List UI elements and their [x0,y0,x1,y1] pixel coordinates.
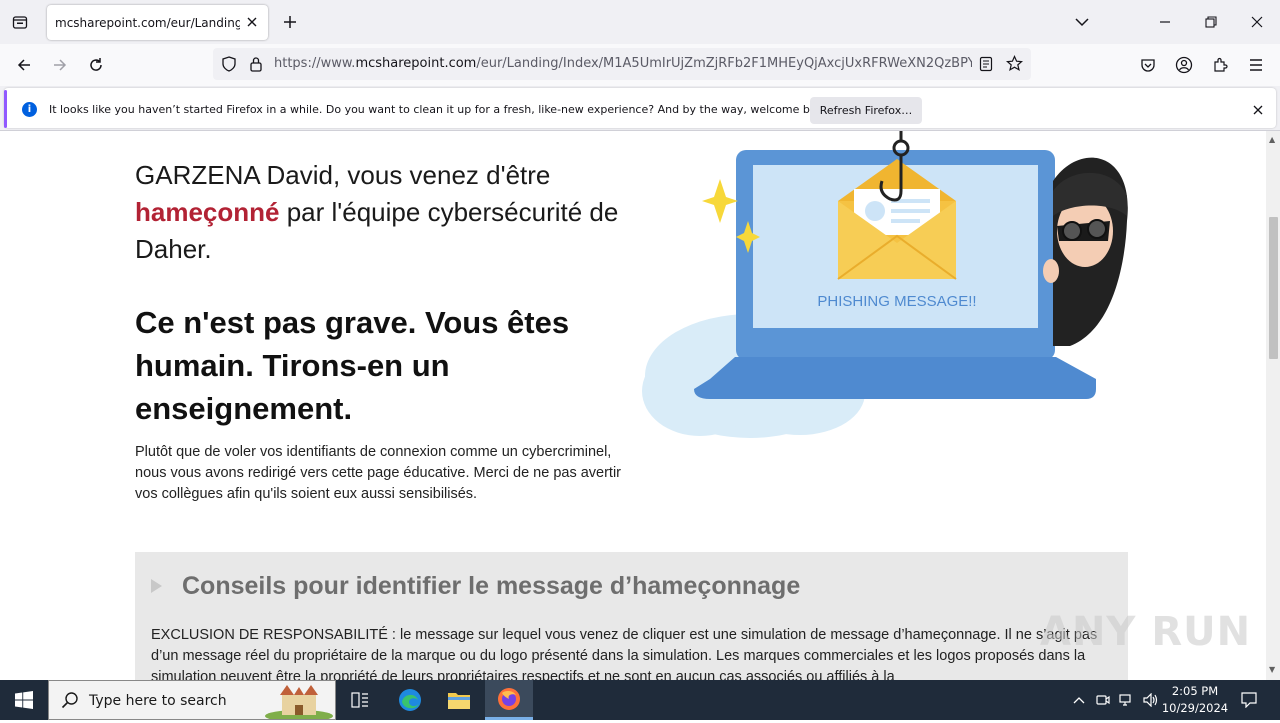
network-icon[interactable] [1117,680,1137,720]
list-all-tabs-icon[interactable] [1072,12,1092,32]
refresh-firefox-notification: i It looks like you haven’t started Fire… [0,86,1280,131]
tips-title[interactable]: Conseils pour identifier le message d’ha… [182,572,800,601]
task-view-icon[interactable] [336,680,384,720]
url-bar[interactable]: https://www.mcsharepoint.com/eur/Landing… [213,48,1031,80]
phishing-tips-section[interactable]: Conseils pour identifier le message d’ha… [135,552,1128,680]
page-headline: GARZENA David, vous venez d'être hameçon… [135,157,655,268]
laptop-base [694,357,1096,399]
show-hidden-icons-chevron-icon[interactable] [1070,680,1088,720]
bookmark-star-icon[interactable] [1005,55,1024,76]
app-menu-icon[interactable] [1244,53,1268,77]
tab-strip: mcsharepoint.com/eur/Landing/Index/M1A5U… [0,0,1280,44]
scroll-thumb[interactable] [1269,217,1278,359]
close-window-icon[interactable] [1245,10,1269,34]
notification-accent [4,90,7,128]
headline-name: GARZENA David, vous venez d'être [135,160,551,190]
tab-title: mcsharepoint.com/eur/Landing/Index/M1A5U… [55,15,240,30]
restore-icon[interactable] [1199,10,1223,34]
file-explorer-icon[interactable] [435,680,483,720]
notification-center-icon[interactable] [1234,680,1264,720]
new-tab-icon[interactable] [280,12,300,32]
illustration-caption: PHISHING MESSAGE!! [817,293,976,310]
sparkle-icon [702,179,738,223]
back-icon[interactable] [12,53,36,77]
windows-start-icon[interactable] [0,680,48,720]
url-prefix: https://www. [274,56,356,71]
padlock-icon[interactable] [249,56,263,76]
search-icon [61,691,79,713]
close-tab-icon[interactable] [244,14,260,30]
firefox-view-icon[interactable] [8,10,32,34]
forward-icon[interactable] [48,53,72,77]
volume-icon[interactable] [1141,680,1161,720]
extensions-icon[interactable] [1208,53,1232,77]
page-subheading: Ce n'est pas grave. Vous êtes humain. Ti… [135,305,570,426]
hacker-figure [1043,157,1128,346]
clock-date: 10/29/2024 [1161,701,1229,715]
active-tab[interactable]: mcsharepoint.com/eur/Landing/Index/M1A5U… [47,5,268,40]
search-highlight-castle-icon [264,683,334,723]
tracking-protection-shield-icon[interactable] [221,56,237,76]
page-scrollbar[interactable]: ▲ ▼ [1266,131,1280,680]
meet-now-icon[interactable] [1094,680,1112,720]
scroll-down-arrow-icon[interactable]: ▼ [1269,665,1275,674]
reload-icon[interactable] [84,53,108,77]
url-text[interactable]: https://www.mcsharepoint.com/eur/Landing… [274,56,972,71]
reader-view-icon[interactable] [979,56,993,76]
pocket-icon[interactable] [1136,53,1160,77]
phishing-illustration: PHISHING MESSAGE!! [642,131,1128,438]
navigation-bar: https://www.mcsharepoint.com/eur/Landing… [0,44,1280,86]
notification-panel: i It looks like you haven’t started Fire… [4,88,1276,128]
taskbar-search-box[interactable]: Type here to search [48,680,336,723]
firefox-taskbar-icon[interactable] [485,680,533,720]
account-icon[interactable] [1172,53,1196,77]
page-content: GARZENA David, vous venez d'être hameçon… [0,131,1266,680]
headline-highlight: hameçonné [135,197,280,227]
disclaimer-text: EXCLUSION DE RESPONSABILITÉ : le message… [151,627,1098,680]
url-domain: mcsharepoint.com [355,56,477,71]
search-placeholder: Type here to search [89,693,227,709]
scroll-up-arrow-icon[interactable]: ▲ [1269,135,1275,144]
taskbar-clock[interactable]: 2:05 PM 10/29/2024 [1160,683,1230,717]
close-notification-icon[interactable] [1250,102,1266,118]
windows-taskbar: Type here to search 2:05 PM 10/29/2024 [0,680,1280,723]
info-icon: i [22,102,37,117]
clock-time: 2:05 PM [1171,684,1219,698]
expand-arrow-icon[interactable] [151,579,162,593]
edge-browser-icon[interactable] [386,680,434,720]
anyrun-watermark: ANY RUN [1040,609,1252,655]
url-path: /eur/Landing/Index/M1A5UmIrUjZmZjRFb2F1M… [476,56,972,71]
notification-message: It looks like you haven’t started Firefo… [49,103,834,116]
minimize-icon[interactable] [1153,10,1177,34]
refresh-firefox-button[interactable]: Refresh Firefox… [810,97,922,124]
page-body-text: Plutôt que de voler vos identifiants de … [135,444,622,502]
